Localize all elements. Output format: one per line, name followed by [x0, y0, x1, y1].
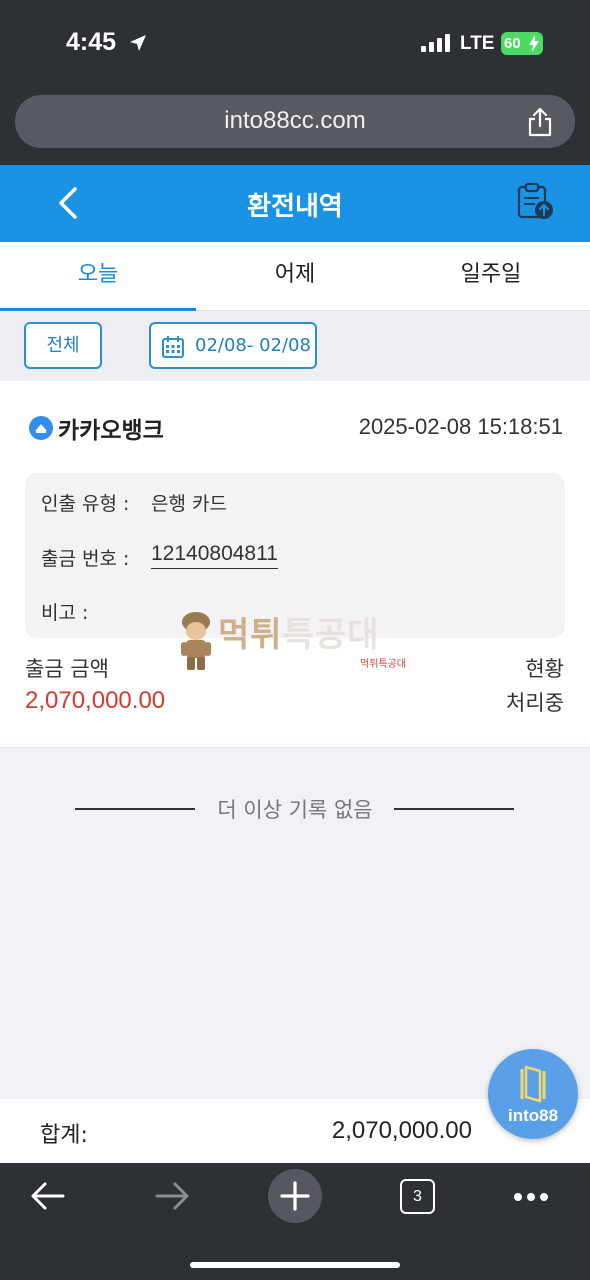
status-bar: 4:45 LTE 60 into88cc.com — [0, 0, 590, 165]
door-logo-icon — [520, 1065, 546, 1103]
page-title: 환전내역 — [247, 192, 343, 222]
home-indicator — [190, 1262, 400, 1268]
tab-today[interactable]: 오늘 — [0, 242, 196, 311]
share-icon[interactable] — [527, 107, 553, 137]
network-label: LTE — [460, 33, 495, 54]
browser-forward-icon[interactable] — [154, 1180, 190, 1212]
total-value: 2,070,000.00 — [331, 1117, 472, 1144]
total-label: 합계: — [40, 1123, 88, 1148]
withdraw-number-label: 출금 번호 : — [41, 548, 130, 570]
filter-all-button[interactable]: 전체 — [24, 322, 102, 369]
end-divider-right — [394, 808, 514, 810]
soldier-mascot-icon — [181, 612, 211, 670]
tabs-count-button[interactable]: 3 — [400, 1179, 435, 1214]
date-range-button[interactable]: 02/08- 02/08 — [149, 322, 317, 369]
filter-row: 전체 02/08- 02/08 — [0, 311, 590, 381]
clipboard-upload-icon[interactable] — [515, 182, 557, 222]
withdraw-type-label: 인출 유형 : — [41, 493, 130, 515]
watermark: 먹튀특공대 먹튀특공대 — [178, 607, 418, 677]
record-datetime: 2025-02-08 15:18:51 — [358, 414, 563, 439]
fab-label: into88 — [507, 1106, 559, 1125]
app-header: 환전내역 — [0, 165, 590, 242]
period-tabs: 오늘 어제 일주일 — [0, 242, 590, 311]
amount-label: 출금 금액 — [25, 657, 109, 681]
address-bar[interactable]: into88cc.com — [15, 95, 575, 148]
kakaobank-logo-icon — [29, 416, 53, 440]
status-time: 4:45 — [66, 28, 117, 56]
new-tab-plus-icon[interactable] — [267, 1168, 323, 1224]
status-value: 처리중 — [506, 691, 564, 715]
more-options-icon[interactable] — [512, 1191, 550, 1203]
status-label: 현황 — [525, 657, 564, 681]
note-label: 비고 : — [41, 602, 89, 624]
battery-level: 60 — [504, 35, 521, 52]
charging-bolt-icon — [529, 35, 539, 52]
exchange-record-card: 카카오뱅크 2025-02-08 15:18:51 인출 유형 : 은행 카드 … — [0, 381, 590, 748]
calendar-icon — [162, 336, 184, 358]
watermark-subtext: 먹튀특공대 — [360, 659, 406, 670]
withdraw-number-value: 12140804811 — [151, 542, 278, 569]
amount-value: 2,070,000.00 — [25, 687, 166, 714]
battery-indicator: 60 — [501, 32, 543, 55]
withdraw-type-value: 은행 카드 — [151, 493, 227, 515]
url-text[interactable]: into88cc.com — [15, 107, 575, 135]
browser-back-icon[interactable] — [30, 1180, 66, 1212]
into88-fab-button[interactable]: into88 — [488, 1049, 578, 1139]
watermark-text: 먹튀특공대 — [218, 615, 380, 655]
bank-name: 카카오뱅크 — [58, 418, 164, 444]
tab-week[interactable]: 일주일 — [393, 242, 589, 311]
signal-icon — [421, 34, 450, 52]
tab-yesterday[interactable]: 어제 — [197, 242, 393, 311]
date-range-text: 02/08- 02/08 — [195, 335, 311, 356]
location-arrow-icon — [130, 35, 146, 51]
